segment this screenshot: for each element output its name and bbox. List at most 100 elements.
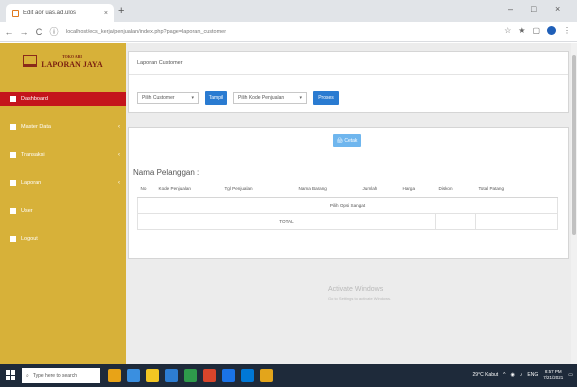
report-panel: 🖨 Cetak Nama Pelanggan : No Kode Penjual… — [128, 127, 569, 259]
volume-icon[interactable]: ♪ — [520, 372, 523, 378]
chevron-left-icon: ‹ — [118, 124, 120, 130]
col-diskon: Diskon — [435, 181, 476, 198]
sidebar-item-master-data[interactable]: Master Data ‹ — [0, 120, 126, 134]
empty-message: Pilih Opsi Sangat — [137, 196, 558, 214]
taskbar-app-icon[interactable] — [260, 369, 273, 382]
report-table: No Kode Penjualan Tgl Penjualan Nama Bar… — [137, 181, 558, 230]
search-icon: ⌕ — [26, 372, 29, 379]
sidebar-item-label: Logout — [21, 236, 38, 242]
profile-avatar[interactable] — [547, 26, 556, 35]
sidebar-item-dashboard[interactable]: Dashboard — [0, 92, 126, 106]
sidebar-item-label: Dashboard — [21, 96, 48, 102]
tab-title: Edit aor uas.ad.ulos — [23, 10, 77, 16]
favicon-icon — [12, 9, 19, 17]
chevron-down-icon: ▾ — [299, 95, 302, 101]
tray-arrow-icon[interactable]: ^ — [503, 372, 505, 378]
report-icon — [10, 180, 16, 186]
col-no: No — [137, 181, 156, 198]
sidebar-item-label: Master Data — [21, 124, 51, 130]
sidebar-item-label: User — [21, 208, 33, 214]
address-bar: ← → C ⓘ localhost/ecs_kerja/penjualan/in… — [0, 22, 577, 42]
taskbar-app-icon[interactable] — [146, 369, 159, 382]
minimize-button[interactable]: – — [508, 4, 513, 14]
user-icon — [10, 208, 16, 214]
filter-panel: Laporan Customer Pilih Customer ▾ Tampil… — [128, 51, 569, 113]
col-tgl-penjualan: Tgl Penjualan — [221, 181, 296, 198]
forward-icon[interactable]: → — [18, 27, 30, 37]
panel-title: Laporan Customer — [137, 60, 183, 66]
col-kode-penjualan: Kode Penjualan — [155, 181, 222, 198]
customer-name-label: Nama Pelanggan : — [133, 168, 200, 177]
new-tab-button[interactable]: + — [118, 5, 124, 17]
kode-penjualan-select[interactable]: Pilih Kode Penjualan ▾ — [233, 92, 307, 104]
taskbar-app-icon[interactable] — [241, 369, 254, 382]
taskbar-clock[interactable]: 8:57 PM 7/21/2021 — [543, 369, 563, 381]
site-info-icon[interactable]: ⓘ — [48, 25, 60, 38]
print-button[interactable]: 🖨 Cetak — [333, 134, 361, 147]
total-label: TOTAL — [137, 212, 436, 230]
proses-button[interactable]: Proses — [313, 91, 339, 105]
chevron-left-icon: ‹ — [118, 152, 120, 158]
network-icon[interactable]: ◉ — [511, 372, 515, 378]
tampil-button[interactable]: Tampil — [205, 91, 227, 105]
notifications-icon[interactable]: ▭ — [568, 372, 573, 378]
col-total: Total Patang — [475, 181, 558, 198]
sidebar-item-user[interactable]: User — [0, 204, 126, 218]
tab-close-icon[interactable]: × — [104, 10, 108, 17]
activate-windows-watermark: Activate Windows Go to Settings to activ… — [328, 286, 392, 301]
browser-toolbar: ☆ ★ ▢ ⋮ — [504, 26, 571, 35]
database-icon — [10, 124, 16, 130]
kode-select-value: Pilih Kode Penjualan — [238, 95, 285, 101]
chevron-down-icon: ▾ — [191, 95, 194, 101]
close-window-button[interactable]: × — [555, 4, 560, 14]
scroll-thumb[interactable] — [572, 55, 576, 235]
windows-start-icon[interactable] — [6, 370, 16, 380]
bookmark-icon[interactable]: ★ — [518, 26, 525, 35]
taskbar-app-icon[interactable] — [203, 369, 216, 382]
back-icon[interactable]: ← — [3, 27, 15, 37]
table-row: Pilih Opsi Sangat — [137, 196, 558, 214]
windows-taskbar: ⌕ Type here to search 29°C Kabut ^ ◉ ♪ E… — [0, 364, 577, 387]
store-logo-icon — [23, 55, 38, 67]
menu-icon[interactable]: ⋮ — [563, 26, 571, 35]
page-scrollbar[interactable] — [571, 43, 577, 364]
taskbar-apps — [108, 369, 273, 382]
system-tray: 29°C Kabut ^ ◉ ♪ ENG 8:57 PM 7/21/2021 ▭ — [473, 369, 573, 381]
total-value — [475, 212, 558, 230]
home-icon — [10, 96, 16, 102]
taskbar-app-icon[interactable] — [108, 369, 121, 382]
total-row: TOTAL — [137, 212, 558, 230]
customer-select[interactable]: Pilih Customer ▾ — [137, 92, 199, 104]
total-cell — [435, 212, 476, 230]
main-content: Laporan Customer Pilih Customer ▾ Tampil… — [126, 43, 571, 364]
browser-tab-bar: Edit aor uas.ad.ulos × + – □ × — [0, 0, 577, 22]
weather-status[interactable]: 29°C Kabut — [473, 372, 499, 378]
divider — [129, 74, 568, 75]
taskbar-app-icon[interactable] — [222, 369, 235, 382]
sidebar-item-laporan[interactable]: Laporan ‹ — [0, 176, 126, 190]
maximize-button[interactable]: □ — [531, 4, 536, 14]
sidebar-item-logout[interactable]: Logout — [0, 232, 126, 246]
taskbar-app-icon[interactable] — [184, 369, 197, 382]
app-logo[interactable]: TOKO ABI LAPORAN JAYA — [0, 43, 126, 79]
chevron-left-icon: ‹ — [118, 180, 120, 186]
taskbar-app-icon[interactable] — [165, 369, 178, 382]
extensions-icon[interactable]: ☆ — [504, 26, 511, 35]
logout-icon — [10, 236, 16, 242]
reload-icon[interactable]: C — [33, 27, 45, 37]
sidebar-item-label: Transaksi — [21, 152, 45, 158]
taskbar-app-icon[interactable] — [127, 369, 140, 382]
sidebar-item-transaksi[interactable]: Transaksi ‹ — [0, 148, 126, 162]
browser-tab[interactable]: Edit aor uas.ad.ulos × — [6, 4, 114, 22]
tab-search-icon[interactable]: ▢ — [532, 26, 540, 35]
cart-icon — [10, 152, 16, 158]
col-harga: Harga — [399, 181, 436, 198]
table-header-row: No Kode Penjualan Tgl Penjualan Nama Bar… — [137, 181, 558, 198]
logo-text: TOKO ABI LAPORAN JAYA — [41, 54, 103, 69]
sidebar: TOKO ABI LAPORAN JAYA Dashboard Master D… — [0, 43, 126, 364]
col-nama-barang: Nama Barang — [295, 181, 360, 198]
url-field[interactable]: localhost/ecs_kerja/penjualan/index.php?… — [66, 29, 286, 35]
taskbar-search-input[interactable]: ⌕ Type here to search — [22, 368, 100, 383]
col-jumlah: Jumlah — [359, 181, 400, 198]
language-indicator[interactable]: ENG — [527, 372, 538, 378]
